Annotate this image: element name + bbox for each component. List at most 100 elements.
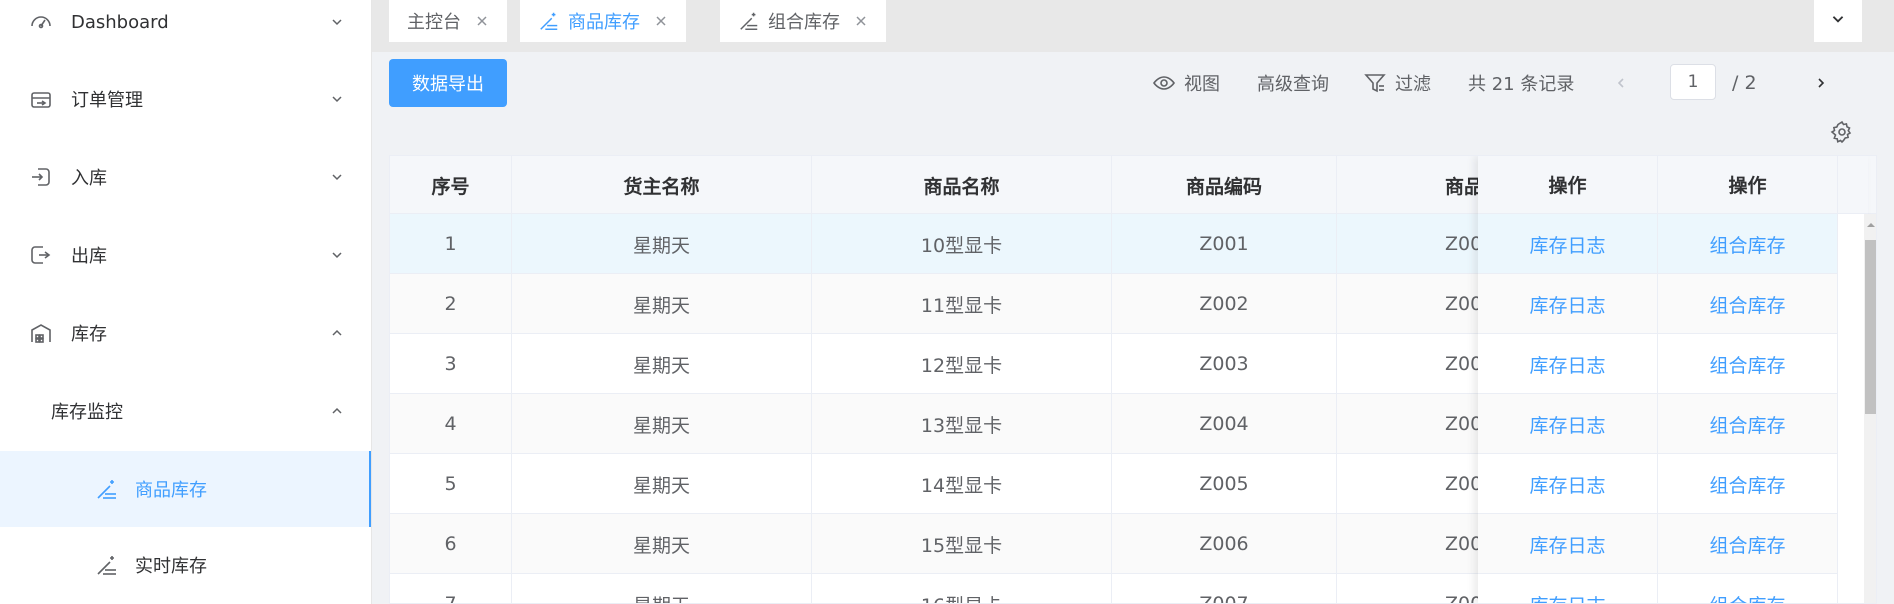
action-row: 库存日志 组合库存	[1478, 214, 1838, 274]
combo-inventory-link[interactable]: 组合库存	[1658, 394, 1838, 454]
chevron-down-icon	[1830, 11, 1846, 31]
inventory-log-link[interactable]: 库存日志	[1478, 214, 1658, 274]
menu-label: 库存	[71, 324, 107, 345]
menu-item-inbound[interactable]: 入库	[0, 147, 371, 207]
menu-label: 商品库存	[135, 480, 207, 501]
column-header: 操作	[1478, 156, 1658, 214]
inventory-log-link[interactable]: 库存日志	[1478, 394, 1658, 454]
action-row: 库存日志 组合库存	[1478, 334, 1838, 394]
tab-console[interactable]: 主控台	[389, 0, 507, 42]
page-number-input[interactable]	[1670, 64, 1716, 100]
main-area: 主控台 商品库存 组合库存 数据导出 视图 高级查询 过滤 共 21 条记录 1…	[372, 0, 1894, 604]
chevron-up-icon	[330, 404, 344, 418]
menu-item-inventory[interactable]: 库存	[0, 303, 371, 363]
cell-owner: 星期天	[512, 334, 812, 394]
tab-product-inventory[interactable]: 商品库存	[520, 0, 686, 42]
inventory-log-link[interactable]: 库存日志	[1478, 514, 1658, 574]
advanced-query-label: 高级查询	[1257, 74, 1329, 95]
combo-inventory-link[interactable]: 组合库存	[1658, 454, 1838, 514]
cell-owner: 星期天	[512, 574, 812, 603]
combo-inventory-link[interactable]: 组合库存	[1658, 334, 1838, 394]
dashboard-icon	[28, 9, 54, 35]
menu-leaf-realtime-inventory[interactable]: 实时库存	[0, 527, 371, 603]
toolbar: 数据导出 视图 高级查询 过滤 共 21 条记录 / 2	[372, 52, 1894, 152]
tab-label: 组合库存	[768, 12, 840, 33]
sign-out-icon	[28, 242, 54, 268]
cell-code: Z001	[1112, 214, 1337, 274]
close-icon[interactable]	[654, 14, 668, 28]
column-header: 操作	[1658, 156, 1838, 214]
cell-code: Z002	[1112, 274, 1337, 334]
inventory-log-link[interactable]: 库存日志	[1478, 334, 1658, 394]
combo-inventory-link[interactable]: 组合库存	[1658, 214, 1838, 274]
wand-icon	[94, 476, 120, 502]
combo-inventory-link[interactable]: 组合库存	[1658, 274, 1838, 334]
menu-item-orders[interactable]: 订单管理	[0, 69, 371, 129]
cell-name: 12型显卡	[812, 334, 1112, 394]
cell-no: 1	[390, 214, 512, 274]
warehouse-icon	[28, 320, 54, 346]
inventory-log-link[interactable]: 库存日志	[1478, 574, 1658, 603]
tab-combo-inventory[interactable]: 组合库存	[720, 0, 886, 42]
combo-inventory-link[interactable]: 组合库存	[1658, 574, 1838, 603]
combo-inventory-link[interactable]: 组合库存	[1658, 514, 1838, 574]
caret-up-icon[interactable]	[1864, 218, 1876, 232]
menu-label: 入库	[71, 168, 107, 189]
wand-icon	[94, 552, 120, 578]
tab-label: 主控台	[407, 12, 461, 33]
chevron-down-icon	[330, 170, 344, 184]
action-row: 库存日志 组合库存	[1478, 514, 1838, 574]
record-count: 共 21 条记录	[1468, 74, 1575, 95]
cell-name: 11型显卡	[812, 274, 1112, 334]
inventory-log-link[interactable]: 库存日志	[1478, 454, 1658, 514]
submenu-label: 库存监控	[51, 402, 123, 423]
cell-name: 15型显卡	[812, 514, 1112, 574]
submenu-inventory-monitor[interactable]: 库存监控	[0, 381, 371, 441]
cell-code: Z003	[1112, 334, 1337, 394]
menu-leaf-product-inventory[interactable]: 商品库存	[0, 451, 371, 527]
filter-button[interactable]: 过滤	[1363, 68, 1431, 98]
chevron-right-icon[interactable]	[1808, 70, 1834, 96]
menu-label: Dashboard	[71, 11, 169, 33]
export-button[interactable]: 数据导出	[389, 59, 507, 107]
scrollbar-thumb[interactable]	[1865, 240, 1876, 414]
advanced-query-button[interactable]: 高级查询	[1257, 68, 1329, 98]
cell-no: 6	[390, 514, 512, 574]
close-icon[interactable]	[475, 14, 489, 28]
inventory-table: 序号 货主名称 商品名称 商品编码 商品 1 星期天 10型显卡 Z001 Z0…	[389, 155, 1877, 604]
cell-owner: 星期天	[512, 394, 812, 454]
inbox-icon	[28, 86, 54, 112]
cell-owner: 星期天	[512, 274, 812, 334]
chevron-down-icon	[330, 15, 344, 29]
column-header: 货主名称	[512, 156, 812, 214]
close-icon[interactable]	[854, 14, 868, 28]
tabs-dropdown-button[interactable]	[1814, 0, 1862, 42]
sign-in-icon	[28, 164, 54, 190]
wand-icon	[538, 10, 560, 32]
inventory-log-link[interactable]: 库存日志	[1478, 274, 1658, 334]
menu-label: 订单管理	[71, 90, 143, 111]
cell-no: 7	[390, 574, 512, 603]
cell-name: 13型显卡	[812, 394, 1112, 454]
gear-icon[interactable]	[1828, 118, 1856, 146]
action-row: 库存日志 组合库存	[1478, 574, 1838, 603]
view-button[interactable]: 视图	[1152, 68, 1220, 98]
tab-bar: 主控台 商品库存 组合库存	[372, 0, 1894, 52]
chevron-left-icon[interactable]	[1608, 70, 1634, 96]
cell-code: Z004	[1112, 394, 1337, 454]
cell-code: Z006	[1112, 514, 1337, 574]
menu-item-dashboard[interactable]: Dashboard	[0, 0, 371, 52]
wand-icon	[738, 10, 760, 32]
header-gutter	[1838, 156, 1868, 214]
cell-name: 14型显卡	[812, 454, 1112, 514]
tab-label: 商品库存	[568, 12, 640, 33]
chevron-up-icon	[330, 326, 344, 340]
cell-no: 5	[390, 454, 512, 514]
sidebar: Dashboard 订单管理 入库 出库 库存 库存监控 商品库存 实时库存	[0, 0, 372, 604]
page-total: / 2	[1732, 72, 1757, 94]
menu-item-outbound[interactable]: 出库	[0, 225, 371, 285]
action-row: 库存日志 组合库存	[1478, 274, 1838, 334]
menu-label: 出库	[71, 246, 107, 267]
vertical-scrollbar[interactable]	[1864, 214, 1876, 603]
cell-code: Z005	[1112, 454, 1337, 514]
